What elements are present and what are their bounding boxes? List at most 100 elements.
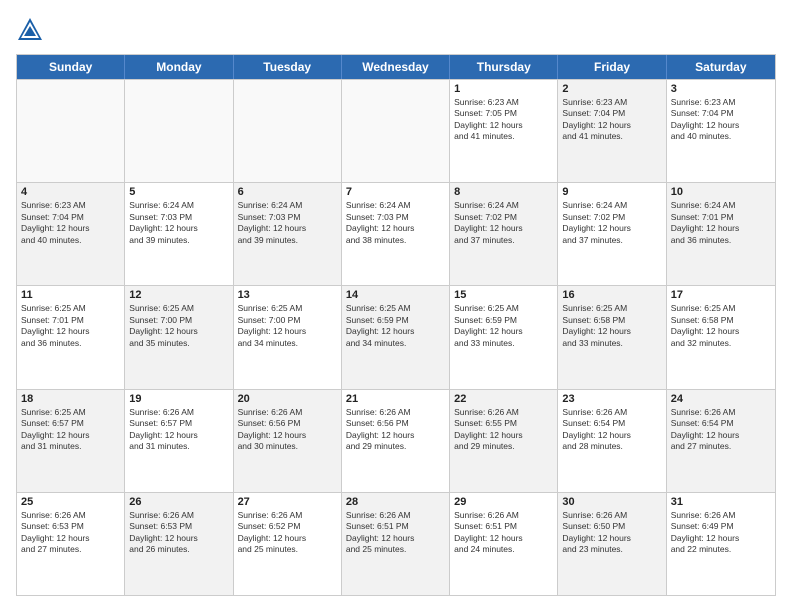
calendar-day-27: 27 Sunrise: 6:26 AM Sunset: 6:52 PM Dayli… bbox=[234, 493, 342, 595]
calendar-body: 1 Sunrise: 6:23 AM Sunset: 7:05 PM Daylig… bbox=[17, 79, 775, 595]
day-number: 2 bbox=[562, 83, 661, 95]
weekday-header-tuesday: Tuesday bbox=[234, 55, 342, 79]
calendar-day-25: 25 Sunrise: 6:26 AM Sunset: 6:53 PM Dayli… bbox=[17, 493, 125, 595]
day-info: Sunrise: 6:26 AM Sunset: 6:54 PM Dayligh… bbox=[671, 407, 771, 453]
calendar-day-16: 16 Sunrise: 6:25 AM Sunset: 6:58 PM Dayli… bbox=[558, 286, 666, 388]
day-info: Sunrise: 6:26 AM Sunset: 6:55 PM Dayligh… bbox=[454, 407, 553, 453]
logo bbox=[16, 16, 48, 44]
day-number: 4 bbox=[21, 186, 120, 198]
day-number: 21 bbox=[346, 393, 445, 405]
weekday-header-monday: Monday bbox=[125, 55, 233, 79]
calendar-day-29: 29 Sunrise: 6:26 AM Sunset: 6:51 PM Dayli… bbox=[450, 493, 558, 595]
calendar-day-30: 30 Sunrise: 6:26 AM Sunset: 6:50 PM Dayli… bbox=[558, 493, 666, 595]
day-info: Sunrise: 6:24 AM Sunset: 7:03 PM Dayligh… bbox=[129, 200, 228, 246]
weekday-header-sunday: Sunday bbox=[17, 55, 125, 79]
calendar-day-11: 11 Sunrise: 6:25 AM Sunset: 7:01 PM Dayli… bbox=[17, 286, 125, 388]
calendar-day-5: 5 Sunrise: 6:24 AM Sunset: 7:03 PM Daylig… bbox=[125, 183, 233, 285]
day-number: 31 bbox=[671, 496, 771, 508]
calendar-day-24: 24 Sunrise: 6:26 AM Sunset: 6:54 PM Dayli… bbox=[667, 390, 775, 492]
day-number: 17 bbox=[671, 289, 771, 301]
day-info: Sunrise: 6:26 AM Sunset: 6:57 PM Dayligh… bbox=[129, 407, 228, 453]
calendar-day-23: 23 Sunrise: 6:26 AM Sunset: 6:54 PM Dayli… bbox=[558, 390, 666, 492]
day-info: Sunrise: 6:26 AM Sunset: 6:53 PM Dayligh… bbox=[21, 510, 120, 556]
day-info: Sunrise: 6:26 AM Sunset: 6:53 PM Dayligh… bbox=[129, 510, 228, 556]
day-number: 30 bbox=[562, 496, 661, 508]
calendar-day-3: 3Sunrise: 6:23 AM Sunset: 7:04 PM Daylig… bbox=[667, 80, 775, 182]
calendar-empty-cell bbox=[234, 80, 342, 182]
day-number: 12 bbox=[129, 289, 228, 301]
weekday-header-friday: Friday bbox=[558, 55, 666, 79]
day-info: Sunrise: 6:23 AM Sunset: 7:04 PM Dayligh… bbox=[21, 200, 120, 246]
calendar-day-14: 14 Sunrise: 6:25 AM Sunset: 6:59 PM Dayli… bbox=[342, 286, 450, 388]
calendar-empty-cell bbox=[125, 80, 233, 182]
day-number: 5 bbox=[129, 186, 228, 198]
calendar-day-26: 26 Sunrise: 6:26 AM Sunset: 6:53 PM Dayli… bbox=[125, 493, 233, 595]
day-number: 7 bbox=[346, 186, 445, 198]
day-info: Sunrise: 6:26 AM Sunset: 6:56 PM Dayligh… bbox=[346, 407, 445, 453]
day-info: Sunrise: 6:24 AM Sunset: 7:02 PM Dayligh… bbox=[454, 200, 553, 246]
weekday-header-thursday: Thursday bbox=[450, 55, 558, 79]
day-number: 25 bbox=[21, 496, 120, 508]
day-number: 27 bbox=[238, 496, 337, 508]
calendar-day-6: 6 Sunrise: 6:24 AM Sunset: 7:03 PM Daylig… bbox=[234, 183, 342, 285]
day-number: 23 bbox=[562, 393, 661, 405]
calendar-day-22: 22 Sunrise: 6:26 AM Sunset: 6:55 PM Dayli… bbox=[450, 390, 558, 492]
calendar-day-21: 21 Sunrise: 6:26 AM Sunset: 6:56 PM Dayli… bbox=[342, 390, 450, 492]
day-number: 18 bbox=[21, 393, 120, 405]
day-info: Sunrise: 6:25 AM Sunset: 7:01 PM Dayligh… bbox=[21, 303, 120, 349]
calendar-row-4: 18 Sunrise: 6:25 AM Sunset: 6:57 PM Dayli… bbox=[17, 389, 775, 492]
calendar-day-4: 4 Sunrise: 6:23 AM Sunset: 7:04 PM Daylig… bbox=[17, 183, 125, 285]
day-number: 14 bbox=[346, 289, 445, 301]
day-number: 8 bbox=[454, 186, 553, 198]
page-header bbox=[16, 16, 776, 44]
calendar-day-28: 28 Sunrise: 6:26 AM Sunset: 6:51 PM Dayli… bbox=[342, 493, 450, 595]
day-number: 16 bbox=[562, 289, 661, 301]
day-info: Sunrise: 6:26 AM Sunset: 6:51 PM Dayligh… bbox=[454, 510, 553, 556]
day-number: 11 bbox=[21, 289, 120, 301]
day-info: Sunrise: 6:25 AM Sunset: 6:59 PM Dayligh… bbox=[346, 303, 445, 349]
calendar-day-19: 19Sunrise: 6:26 AM Sunset: 6:57 PM Dayli… bbox=[125, 390, 233, 492]
day-number: 10 bbox=[671, 186, 771, 198]
day-info: Sunrise: 6:24 AM Sunset: 7:02 PM Dayligh… bbox=[562, 200, 661, 246]
calendar-day-1: 1 Sunrise: 6:23 AM Sunset: 7:05 PM Daylig… bbox=[450, 80, 558, 182]
calendar-day-17: 17Sunrise: 6:25 AM Sunset: 6:58 PM Dayli… bbox=[667, 286, 775, 388]
day-number: 15 bbox=[454, 289, 553, 301]
calendar-day-9: 9Sunrise: 6:24 AM Sunset: 7:02 PM Daylig… bbox=[558, 183, 666, 285]
day-number: 22 bbox=[454, 393, 553, 405]
calendar-row-2: 4 Sunrise: 6:23 AM Sunset: 7:04 PM Daylig… bbox=[17, 182, 775, 285]
day-number: 29 bbox=[454, 496, 553, 508]
calendar-day-20: 20Sunrise: 6:26 AM Sunset: 6:56 PM Dayli… bbox=[234, 390, 342, 492]
day-number: 24 bbox=[671, 393, 771, 405]
day-info: Sunrise: 6:26 AM Sunset: 6:51 PM Dayligh… bbox=[346, 510, 445, 556]
day-number: 13 bbox=[238, 289, 337, 301]
calendar-day-15: 15 Sunrise: 6:25 AM Sunset: 6:59 PM Dayli… bbox=[450, 286, 558, 388]
day-info: Sunrise: 6:24 AM Sunset: 7:03 PM Dayligh… bbox=[346, 200, 445, 246]
day-info: Sunrise: 6:24 AM Sunset: 7:03 PM Dayligh… bbox=[238, 200, 337, 246]
day-info: Sunrise: 6:26 AM Sunset: 6:52 PM Dayligh… bbox=[238, 510, 337, 556]
calendar-day-31: 31 Sunrise: 6:26 AM Sunset: 6:49 PM Dayli… bbox=[667, 493, 775, 595]
calendar-day-12: 12 Sunrise: 6:25 AM Sunset: 7:00 PM Dayli… bbox=[125, 286, 233, 388]
calendar-row-1: 1 Sunrise: 6:23 AM Sunset: 7:05 PM Daylig… bbox=[17, 79, 775, 182]
weekday-header-saturday: Saturday bbox=[667, 55, 775, 79]
day-number: 28 bbox=[346, 496, 445, 508]
calendar-row-5: 25 Sunrise: 6:26 AM Sunset: 6:53 PM Dayli… bbox=[17, 492, 775, 595]
day-number: 6 bbox=[238, 186, 337, 198]
calendar-row-3: 11 Sunrise: 6:25 AM Sunset: 7:01 PM Dayli… bbox=[17, 285, 775, 388]
calendar-day-2: 2 Sunrise: 6:23 AM Sunset: 7:04 PM Daylig… bbox=[558, 80, 666, 182]
day-info: Sunrise: 6:26 AM Sunset: 6:54 PM Dayligh… bbox=[562, 407, 661, 453]
calendar-empty-cell bbox=[17, 80, 125, 182]
day-info: Sunrise: 6:23 AM Sunset: 7:05 PM Dayligh… bbox=[454, 97, 553, 143]
day-number: 26 bbox=[129, 496, 228, 508]
logo-icon bbox=[16, 16, 44, 44]
day-info: Sunrise: 6:25 AM Sunset: 7:00 PM Dayligh… bbox=[129, 303, 228, 349]
day-info: Sunrise: 6:26 AM Sunset: 6:49 PM Dayligh… bbox=[671, 510, 771, 556]
day-info: Sunrise: 6:23 AM Sunset: 7:04 PM Dayligh… bbox=[562, 97, 661, 143]
day-info: Sunrise: 6:25 AM Sunset: 6:57 PM Dayligh… bbox=[21, 407, 120, 453]
day-info: Sunrise: 6:25 AM Sunset: 6:58 PM Dayligh… bbox=[562, 303, 661, 349]
day-number: 20 bbox=[238, 393, 337, 405]
day-info: Sunrise: 6:25 AM Sunset: 6:59 PM Dayligh… bbox=[454, 303, 553, 349]
calendar-day-13: 13Sunrise: 6:25 AM Sunset: 7:00 PM Dayli… bbox=[234, 286, 342, 388]
day-info: Sunrise: 6:26 AM Sunset: 6:50 PM Dayligh… bbox=[562, 510, 661, 556]
calendar-empty-cell bbox=[342, 80, 450, 182]
day-number: 1 bbox=[454, 83, 553, 95]
